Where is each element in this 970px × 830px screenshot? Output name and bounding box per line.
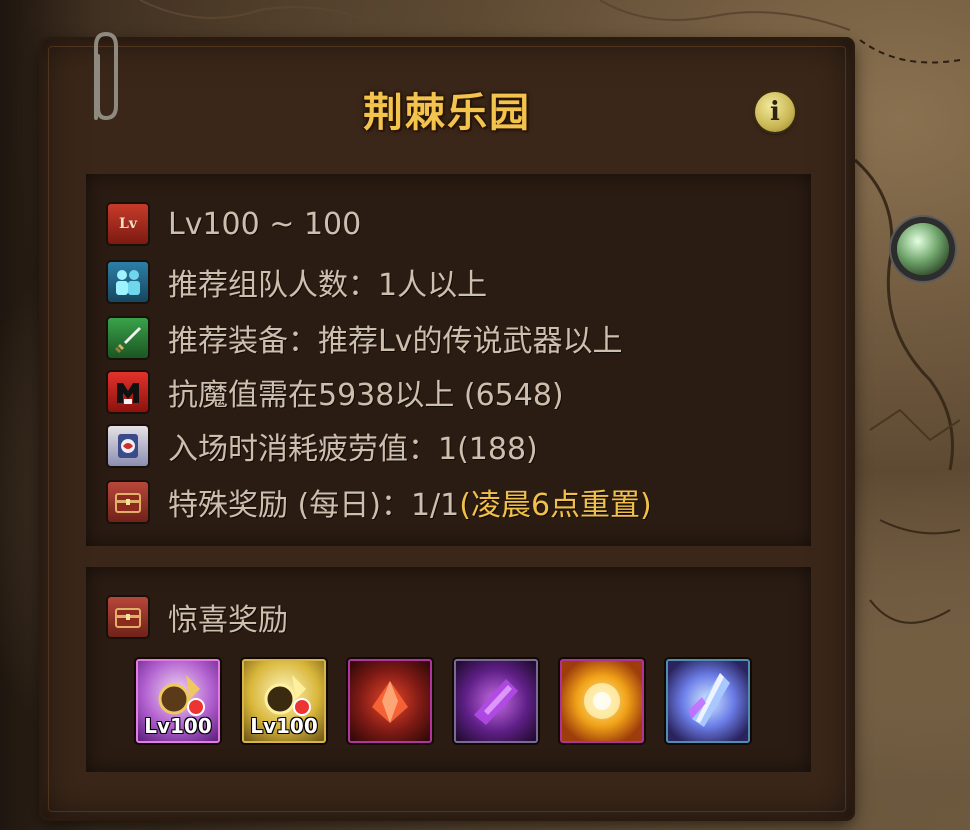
surprise-reward-header: 惊喜奖励	[108, 595, 288, 639]
detail-party-row: 推荐组队人数：1人以上	[108, 260, 487, 304]
reward-level-label: Lv100	[144, 714, 212, 738]
detail-level-row: Lv Lv100 ~ 100	[108, 202, 361, 246]
reset-time-note: (凌晨6点重置)	[459, 488, 652, 523]
golden-orb-icon	[584, 683, 620, 719]
detail-special-reward-row: 特殊奖励 (每日)：1/1 (凌晨6点重置)	[108, 480, 652, 524]
reward-item-list: Lv100 Lv100	[136, 659, 750, 743]
fatigue-icon	[108, 426, 148, 466]
reward-level-label: Lv100	[250, 714, 318, 738]
surprise-reward-box: 惊喜奖励 Lv100 Lv100	[86, 567, 811, 772]
anti-magic-text: 抗魔值需在5938以上 (6548)	[168, 378, 564, 413]
special-reward-text: 特殊奖励 (每日)：1/1	[168, 488, 460, 523]
fatigue-text: 入场时消耗疲劳值：1(188)	[168, 432, 538, 467]
blue-crystal-icon	[688, 673, 730, 727]
reward-item-golden-orb[interactable]	[560, 659, 644, 743]
reward-item-red-crystal[interactable]	[348, 659, 432, 743]
reward-item-gear-box[interactable]: Lv100	[242, 659, 326, 743]
sword-icon	[108, 318, 148, 358]
reward-item-blue-crystal[interactable]	[666, 659, 750, 743]
paperclip-icon	[94, 31, 118, 121]
chest-icon	[108, 482, 148, 522]
info-icon[interactable]: i	[755, 92, 795, 132]
detail-equipment-row: 推荐装备：推荐Lv的传说武器以上	[108, 316, 622, 360]
anti-magic-icon	[108, 372, 148, 412]
party-icon	[108, 262, 148, 302]
equipment-text: 推荐装备：推荐Lv的传说武器以上	[168, 324, 623, 359]
detail-fatigue-row: 入场时消耗疲劳值：1(188)	[108, 424, 538, 468]
detail-anti-magic-row: 抗魔值需在5938以上 (6548)	[108, 370, 564, 414]
map-node-orb[interactable]	[897, 223, 949, 275]
dungeon-title: 荆棘乐园	[363, 90, 531, 136]
dungeon-info-panel: 荆棘乐园 i Lv Lv100 ~ 100 推荐组队人数：1人以上 推荐装备：推…	[42, 40, 852, 818]
surprise-reward-label: 惊喜奖励	[168, 603, 288, 638]
chest-icon	[108, 597, 148, 637]
level-range-text: Lv100 ~ 100	[168, 206, 362, 242]
party-size-text: 推荐组队人数：1人以上	[168, 268, 488, 303]
red-crystal-icon	[372, 681, 408, 723]
reward-item-purple-crystal[interactable]	[454, 659, 538, 743]
dungeon-details-box: Lv Lv100 ~ 100 推荐组队人数：1人以上 推荐装备：推荐Lv的传说武…	[86, 174, 811, 546]
reward-item-gear-box[interactable]: Lv100	[136, 659, 220, 743]
purple-crystal-icon	[474, 679, 518, 725]
level-icon: Lv	[108, 204, 148, 244]
